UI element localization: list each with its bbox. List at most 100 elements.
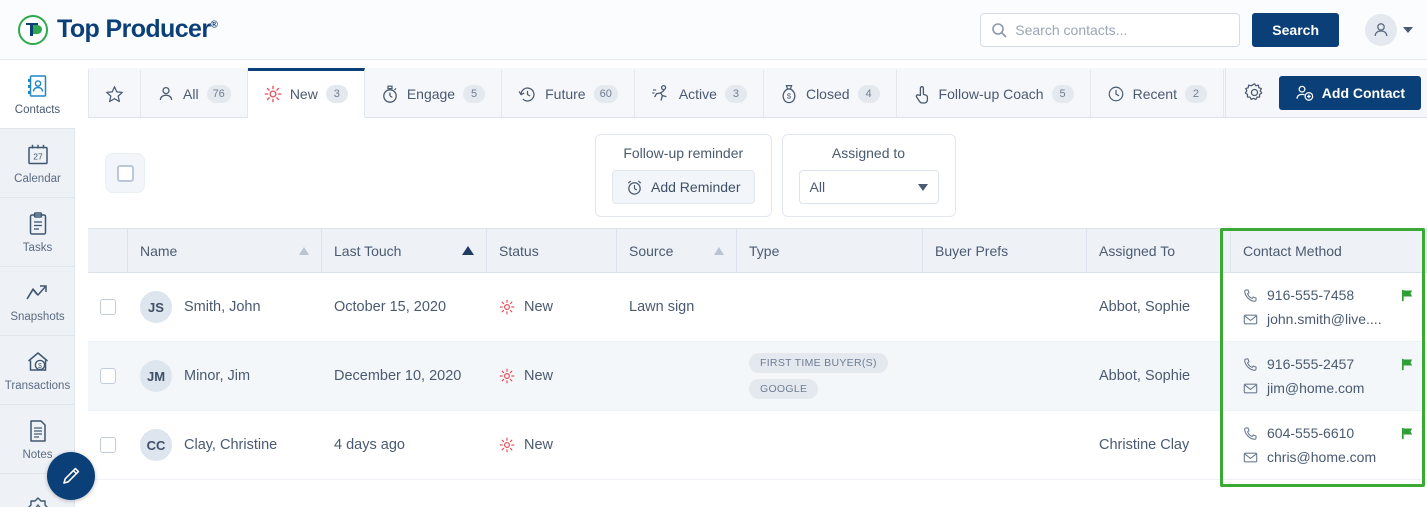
avatar — [1365, 13, 1397, 46]
tab-new[interactable]: New 3 — [247, 68, 365, 118]
email-address: john.smith@live.... — [1267, 311, 1382, 327]
sidebar-item-tasks[interactable]: Tasks — [0, 198, 75, 267]
running-person-icon — [652, 84, 667, 101]
cell-contact-method: 916-555-7458 john.smith@live.... — [1231, 287, 1427, 327]
phone-number: 916-555-7458 — [1267, 287, 1355, 303]
row-select-cell — [88, 299, 128, 315]
tab-label: Closed — [805, 86, 850, 102]
notes-document-icon — [28, 418, 48, 444]
tab-label: Engage — [406, 86, 456, 102]
th-last-touch[interactable]: Last Touch — [322, 228, 487, 273]
tab-follow-up-coach[interactable]: Follow-up Coach 5 — [897, 68, 1091, 117]
row-select-cell — [88, 368, 128, 384]
green-flag-icon[interactable] — [1400, 288, 1415, 303]
search-input[interactable] — [1015, 21, 1226, 38]
table-row[interactable]: JS Smith, John October 15, 2020 New Lawn… — [88, 273, 1427, 342]
settings-gear-button[interactable] — [1244, 82, 1265, 103]
select-all-button[interactable] — [105, 153, 145, 193]
cell-type: FIRST TIME BUYER(S) GOOGLE — [737, 353, 923, 399]
add-reminder-button[interactable]: Add Reminder — [612, 170, 755, 204]
green-flag-icon[interactable] — [1400, 357, 1415, 372]
brand-logo[interactable]: Top Producer® — [18, 14, 218, 45]
tab-count: 2 — [1184, 85, 1207, 103]
contact-email[interactable]: john.smith@live.... — [1243, 311, 1415, 327]
cell-name[interactable]: CC Clay, Christine — [128, 429, 322, 461]
sidebar-item-transactions[interactable]: $ Transactions — [0, 336, 75, 405]
tab-all[interactable]: All 76 — [141, 68, 248, 117]
email-icon — [1243, 452, 1258, 462]
contact-email[interactable]: jim@home.com — [1243, 380, 1415, 396]
follow-up-reminder-panel: Follow-up reminder Add Reminder — [595, 134, 772, 217]
th-select — [88, 228, 128, 273]
tab-favorites[interactable] — [88, 68, 141, 117]
tab-active[interactable]: Active 3 — [635, 68, 764, 117]
sidebar-item-snapshots[interactable]: Snapshots — [0, 267, 75, 336]
th-source[interactable]: Source — [617, 228, 737, 273]
cell-name[interactable]: JM Minor, Jim — [128, 360, 322, 392]
search-icon — [992, 22, 1007, 37]
email-icon — [1243, 383, 1258, 393]
th-status[interactable]: Status — [487, 228, 617, 273]
left-sidebar: Contacts 27 Calendar Tasks Snapshots $ T… — [0, 60, 75, 507]
sort-asc-icon[interactable] — [714, 246, 724, 255]
type-tag-list: FIRST TIME BUYER(S) GOOGLE — [749, 353, 888, 399]
sun-new-icon — [499, 437, 515, 453]
add-contact-label: Add Contact — [1321, 84, 1405, 101]
star-icon — [106, 85, 123, 102]
contact-phone[interactable]: 916-555-2457 — [1243, 356, 1415, 372]
sidebar-item-label: Calendar — [14, 172, 61, 185]
tab-engage[interactable]: Engage 5 — [365, 68, 503, 117]
search-box[interactable] — [980, 12, 1241, 47]
tab-recent[interactable]: Recent 2 — [1091, 68, 1224, 117]
tab-closed[interactable]: $ Closed 4 — [764, 68, 897, 117]
phone-icon — [1244, 288, 1257, 302]
header-right-group: Search — [980, 12, 1413, 47]
chevron-down-icon[interactable] — [1403, 26, 1413, 33]
row-checkbox[interactable] — [100, 299, 116, 315]
email-address: chris@home.com — [1267, 449, 1377, 465]
user-menu[interactable] — [1365, 13, 1413, 46]
contact-email[interactable]: chris@home.com — [1243, 449, 1415, 465]
assigned-to-select[interactable]: All — [798, 170, 939, 204]
th-label: Source — [629, 242, 674, 259]
th-buyer-prefs[interactable]: Buyer Prefs — [923, 228, 1087, 273]
tab-label: All — [183, 86, 199, 102]
row-checkbox[interactable] — [100, 368, 116, 384]
sort-asc-icon[interactable] — [299, 246, 309, 255]
type-tag[interactable]: FIRST TIME BUYER(S) — [749, 353, 888, 373]
sidebar-item-contacts[interactable]: Contacts — [0, 60, 75, 129]
contact-phone[interactable]: 916-555-7458 — [1243, 287, 1415, 303]
app-header: Top Producer® Search — [0, 0, 1427, 60]
th-name[interactable]: Name — [128, 228, 322, 273]
email-address: jim@home.com — [1267, 380, 1365, 396]
status-label: New — [524, 437, 554, 453]
add-contact-button[interactable]: Add Contact — [1278, 75, 1421, 110]
contact-phone[interactable]: 604-555-6610 — [1243, 425, 1415, 441]
th-contact-method[interactable]: Contact Method — [1231, 228, 1427, 273]
table-row[interactable]: CC Clay, Christine 4 days ago New Christ… — [88, 411, 1427, 480]
tab-label: Active — [678, 86, 717, 102]
th-assigned-to[interactable]: Assigned To — [1087, 228, 1231, 273]
sun-new-icon — [264, 85, 282, 103]
type-tag[interactable]: GOOGLE — [749, 379, 819, 399]
tab-future[interactable]: Future 60 — [502, 68, 635, 117]
gear-icon — [1244, 83, 1263, 101]
sort-asc-active-icon[interactable] — [462, 246, 474, 255]
table-header-row: Name Last Touch Status Source Type Buyer… — [88, 228, 1427, 273]
sidebar-item-calendar[interactable]: 27 Calendar — [0, 129, 75, 198]
search-button[interactable]: Search — [1252, 12, 1339, 47]
tab-count: 76 — [206, 85, 231, 103]
cell-last-touch: October 15, 2020 — [334, 299, 447, 315]
th-type[interactable]: Type — [737, 228, 923, 273]
table-row[interactable]: JM Minor, Jim December 10, 2020 New FIRS… — [88, 342, 1427, 411]
cell-name[interactable]: JS Smith, John — [128, 291, 322, 323]
row-checkbox[interactable] — [100, 437, 116, 453]
compose-fab-button[interactable] — [47, 452, 95, 500]
tab-count: 60 — [593, 85, 618, 103]
contact-method-list: 604-555-6610 chris@home.com — [1243, 425, 1415, 465]
tab-count: 3 — [325, 85, 348, 103]
green-flag-icon[interactable] — [1400, 426, 1415, 441]
tasks-clipboard-icon — [28, 211, 48, 237]
brand-name: Top Producer® — [57, 15, 218, 44]
contacts-icon — [27, 73, 49, 99]
